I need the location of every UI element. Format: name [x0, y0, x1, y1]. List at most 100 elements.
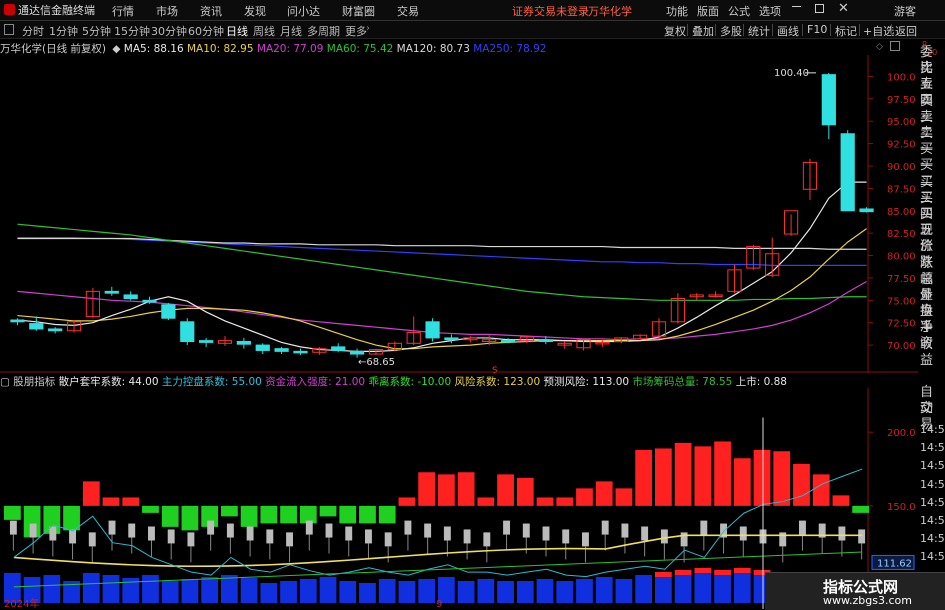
ma-legend-item: MA60: 75.42 — [323, 43, 394, 55]
period-daily[interactable]: 日线 — [226, 23, 248, 39]
minimize-icon[interactable] — [792, 6, 801, 7]
volume-bar — [576, 579, 593, 603]
volume-bar — [378, 579, 396, 603]
menu-bar: 通达信金融终端 行情 市场 资讯 发现 问小达 财富圈 交易 证券交易未登录 万… — [0, 0, 945, 21]
period-more[interactable]: 更多 — [345, 23, 367, 39]
menu-item-discover[interactable]: 发现 — [244, 3, 266, 19]
period-30min[interactable]: 30分钟 — [151, 23, 187, 39]
close-icon[interactable]: ✕ — [838, 1, 849, 16]
menu-function[interactable]: 功能 — [666, 3, 688, 19]
period-multi[interactable]: 多周期 — [307, 23, 340, 39]
volume-bar — [319, 577, 337, 603]
separator — [891, 24, 892, 36]
app-logo-icon — [4, 4, 15, 15]
indicator-bar-down — [378, 505, 396, 524]
volume-bar — [260, 583, 278, 603]
ma-legend-item: MA250: 78.92 — [469, 43, 547, 55]
period-1min[interactable]: 1分钟 — [49, 23, 78, 39]
indicator-bar-up — [418, 472, 436, 506]
tool-stats[interactable]: 统计 — [748, 23, 770, 39]
period-60min[interactable]: 60分钟 — [188, 23, 224, 39]
period-15min[interactable]: 15分钟 — [114, 23, 150, 39]
price-axis-label: 85.00 — [887, 207, 916, 218]
indicator-name: 股朋指标 — [13, 376, 56, 388]
indicator-bar-up — [122, 497, 140, 506]
candle — [10, 319, 25, 323]
indicator-bar-up — [753, 449, 771, 506]
volume-bar-top — [694, 568, 712, 573]
time-label: 14:56 — [920, 550, 945, 564]
indicator-bar-up — [714, 441, 731, 506]
menu-item-assistant[interactable]: 问小达 — [287, 3, 320, 19]
indicator-box — [660, 529, 668, 544]
menu-item-market[interactable]: 行情 — [112, 3, 134, 19]
indicator-legend-item: 散户套牢系数: 44.00 — [58, 376, 159, 388]
tool-add-favorite[interactable]: +自选 — [863, 23, 894, 39]
indicator-bar-up — [615, 488, 633, 506]
settings-diamond-icon[interactable]: ◇ — [876, 42, 883, 52]
tool-draw[interactable]: 画线 — [777, 23, 799, 39]
volume-bar — [43, 575, 61, 603]
low-price-label: ←68.65 — [358, 357, 395, 368]
indicator-box — [226, 523, 234, 538]
indicator-bar-down — [319, 505, 337, 517]
separator — [830, 24, 831, 36]
maximize-icon[interactable] — [815, 4, 824, 13]
menu-layout[interactable]: 版面 — [697, 3, 719, 19]
menu-options[interactable]: 选项 — [759, 3, 781, 19]
period-toolbar: 分时 1分钟 5分钟 15分钟 30分钟 60分钟 日线 周线 月线 多周期 更… — [0, 21, 945, 39]
candle — [425, 321, 440, 339]
candle — [123, 294, 138, 300]
indicator-bar-up — [556, 497, 574, 506]
indicator-box — [404, 520, 412, 535]
user-guest[interactable]: 游客 — [894, 3, 916, 19]
tool-overlay[interactable]: 叠加 — [692, 23, 714, 39]
candle — [821, 74, 836, 126]
current-stock-name: 万华化学 — [588, 5, 632, 18]
indicator-bar-down — [181, 505, 199, 531]
volume-bar — [82, 573, 100, 603]
menu-item-wealth[interactable]: 财富圈 — [342, 3, 375, 19]
indicator-bar-up — [398, 497, 416, 506]
tool-mark[interactable]: 标记 — [835, 23, 857, 39]
menu-formula[interactable]: 公式 — [728, 3, 750, 19]
indicator-bar-up — [457, 472, 475, 506]
tool-multi[interactable]: 多股 — [720, 23, 742, 39]
volume-bar — [339, 581, 357, 603]
ma250-line — [17, 237, 867, 266]
indicator-box — [463, 529, 471, 544]
separator — [859, 24, 860, 36]
panel-toggle-icon[interactable] — [4, 24, 14, 35]
period-5min[interactable]: 5分钟 — [82, 23, 111, 39]
indicator-bar-up — [536, 497, 554, 506]
candlestick-chart[interactable]: 100.0 97.50 95.00 92.50 90.00 87.50 85.00 82.50… — [0, 55, 918, 373]
period-timeshare[interactable]: 分时 — [22, 23, 44, 39]
menu-item-trade[interactable]: 交易 — [397, 3, 419, 19]
period-weekly[interactable]: 周线 — [253, 23, 275, 39]
panel-frame-icon[interactable] — [890, 41, 900, 51]
tool-back[interactable]: 返回 — [895, 23, 917, 39]
menu-item-markets[interactable]: 市场 — [156, 3, 178, 19]
sidebar-item[interactable]: 收益 — [920, 337, 945, 369]
tool-adjust[interactable]: 复权 — [664, 23, 686, 39]
tool-f10[interactable]: F10 — [807, 23, 827, 36]
indicator-box — [286, 532, 294, 547]
indicator-bar-down — [240, 505, 258, 527]
menu-item-news[interactable]: 资讯 — [200, 3, 222, 19]
watermark-url: www.zbgs3.com — [823, 594, 912, 607]
indicator-box — [522, 523, 530, 538]
more-chevron-icon[interactable]: › — [366, 23, 370, 34]
period-monthly[interactable]: 月线 — [280, 23, 302, 39]
candle — [142, 299, 157, 303]
legend-bullet-icon: ◆ — [112, 43, 121, 55]
login-notice[interactable]: 证券交易未登录 — [512, 3, 589, 19]
indicator-bar-up — [655, 448, 672, 506]
app-title[interactable]: 通达信金融终端 — [4, 2, 95, 18]
indicator-box — [29, 523, 37, 538]
candle — [180, 321, 195, 343]
volume-bar — [201, 577, 219, 603]
indicator-box — [365, 529, 372, 544]
indicator-box — [69, 529, 77, 544]
indicator-box — [266, 529, 274, 544]
volume-bar — [240, 578, 258, 603]
